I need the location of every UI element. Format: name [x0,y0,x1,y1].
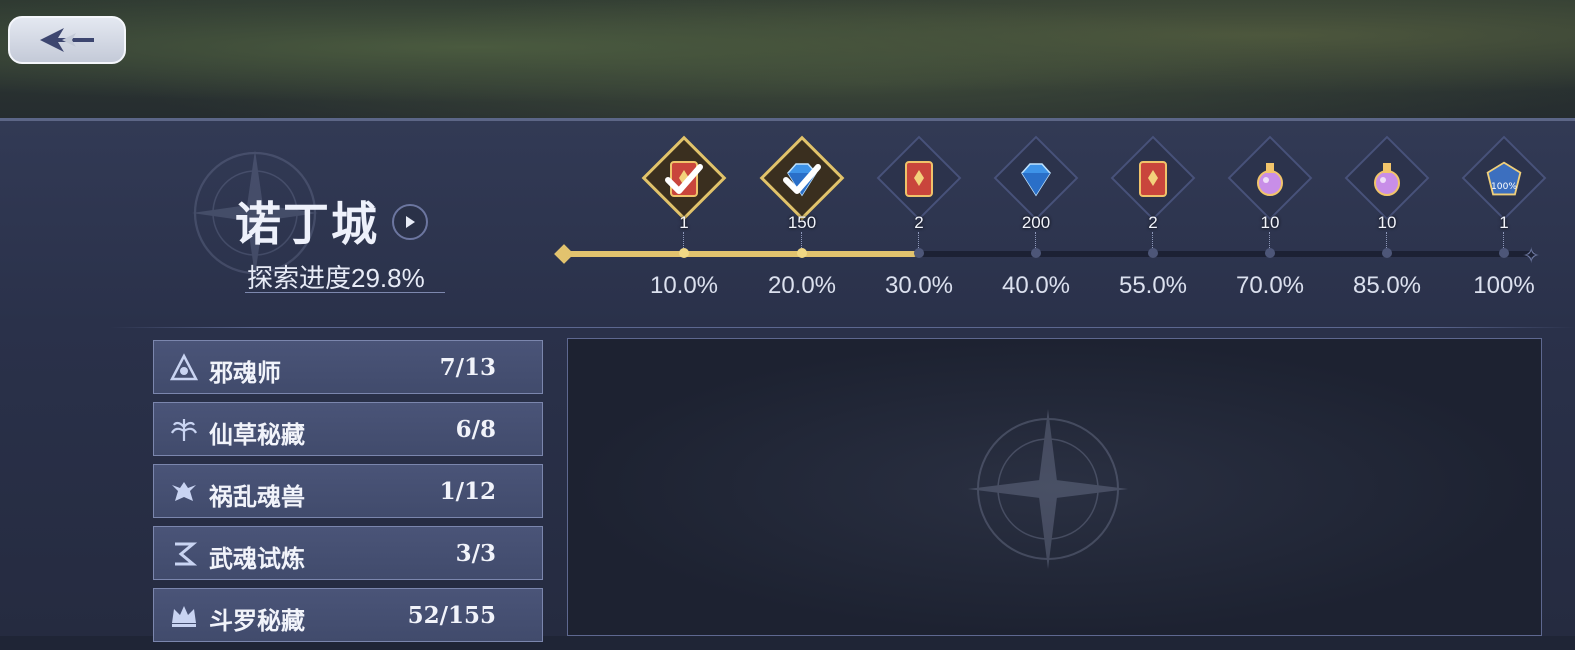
category-count: 1/12 [440,478,496,505]
potion-icon [1250,154,1290,204]
milestone-dot [1265,248,1275,258]
svg-text:100%: 100% [1491,182,1517,192]
category-count: 52/155 [408,602,496,629]
milestone-count: 1 [634,213,734,233]
evil-soul-icon [168,352,200,384]
milestone-6[interactable]: 1070.0% [1220,140,1320,310]
milestone-tick [1269,232,1271,248]
milestone-percent: 10.0% [624,272,744,300]
map-area[interactable] [567,338,1542,636]
background-scene [0,0,1575,118]
back-button[interactable] [8,16,126,64]
milestone-3[interactable]: 230.0% [869,140,969,310]
milestone-4[interactable]: 20040.0% [986,140,1086,310]
milestone-percent: 20.0% [742,272,862,300]
milestone-2[interactable]: 15020.0% [752,140,852,310]
potion-icon [1367,154,1407,204]
claimed-check-icon [782,160,822,200]
milestone-dot [914,248,924,258]
trial-icon [168,538,200,570]
category-label: 仙草秘藏 [209,415,305,450]
milestone-percent: 85.0% [1327,272,1447,300]
section-divider [110,327,1575,328]
red-book-icon [899,154,939,204]
badge-100-icon: 100% [1484,154,1524,204]
milestone-count: 2 [1103,213,1203,233]
milestone-8[interactable]: 100%1100% [1454,140,1554,310]
category-item-3[interactable]: 祸乱魂兽 1/12 [153,464,543,518]
category-count: 6/8 [456,416,496,443]
milestone-percent: 40.0% [976,272,1096,300]
category-item-4[interactable]: 武魂试炼 3/3 [153,526,543,580]
map-compass-icon [948,399,1148,579]
beast-icon [168,476,200,508]
milestone-count: 150 [752,213,852,233]
red-book-icon [1133,154,1173,204]
blue-gem-icon [1016,154,1056,204]
milestone-count: 1 [1454,213,1554,233]
category-item-5[interactable]: 斗罗秘藏 52/155 [153,588,543,642]
exploration-progress-label: 探索进度29.8% [247,258,425,295]
milestone-count: 10 [1337,213,1437,233]
milestone-tick [683,232,685,248]
milestone-count: 2 [869,213,969,233]
milestone-tick [1152,232,1154,248]
milestone-percent: 100% [1444,272,1564,300]
progress-track-fill [565,251,917,257]
progress-underline [245,292,445,293]
category-label: 邪魂师 [209,353,281,388]
milestone-percent: 55.0% [1093,272,1213,300]
milestone-dot [1148,248,1158,258]
category-count: 7/13 [440,354,496,381]
crown-icon [168,600,200,632]
milestone-count: 200 [986,213,1086,233]
milestone-dot [1499,248,1509,258]
category-label: 斗罗秘藏 [209,601,305,636]
city-name: 诺丁城 [235,188,379,254]
milestone-dot [797,248,807,258]
milestone-1[interactable]: 110.0% [634,140,734,310]
milestone-tick [801,232,803,248]
city-info-button[interactable] [392,204,428,240]
category-list: 邪魂师 7/13 仙草秘藏 6/8 祸乱魂兽 1/12 武魂试炼 3/3 斗罗秘藏 52/155 [153,340,543,650]
category-label: 祸乱魂兽 [209,477,305,512]
milestone-tick [1035,232,1037,248]
milestone-5[interactable]: 255.0% [1103,140,1203,310]
category-item-1[interactable]: 邪魂师 7/13 [153,340,543,394]
panel-top-line [0,120,1575,121]
play-arrow-icon [403,215,417,229]
herb-icon [168,414,200,446]
claimed-check-icon [664,160,704,200]
milestone-percent: 70.0% [1210,272,1330,300]
category-label: 武魂试炼 [209,539,305,574]
milestone-percent: 30.0% [859,272,979,300]
back-arrow-icon [32,25,102,55]
milestone-dot [679,248,689,258]
category-count: 3/3 [456,540,496,567]
milestone-dot [1382,248,1392,258]
milestone-dot [1031,248,1041,258]
milestone-tick [1386,232,1388,248]
category-item-2[interactable]: 仙草秘藏 6/8 [153,402,543,456]
milestone-tick [1503,232,1505,248]
milestone-count: 10 [1220,213,1320,233]
milestone-tick [918,232,920,248]
milestone-7[interactable]: 1085.0% [1337,140,1437,310]
